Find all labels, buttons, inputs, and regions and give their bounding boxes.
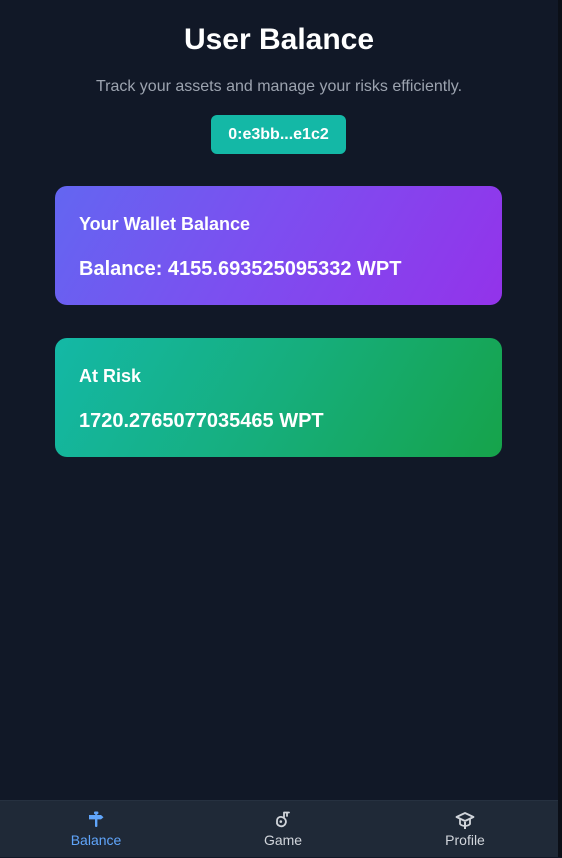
nav-item-profile[interactable]: Profile [405,801,525,858]
page-title: User Balance [183,23,375,56]
nav-label-balance: Balance [70,832,122,848]
page-subtitle: Track your assets and manage your risks … [95,78,463,95]
at-risk-value: 1720.2765077035465 WPT [79,410,324,432]
graduation-cap-icon [455,812,475,829]
nav-label-profile: Profile [445,832,485,848]
wallet-address-button[interactable]: 0:e3bb...e1c2 [211,115,346,154]
at-risk-label: At Risk [79,366,142,386]
window-edge [558,0,562,857]
nav-item-balance[interactable]: Balance [36,801,156,858]
wallet-balance-value: Balance: 4155.693525095332 WPT [79,258,402,280]
main-content: User Balance Track your assets and manag… [0,0,558,800]
wallet-balance-label: Your Wallet Balance [79,214,251,234]
wallet-balance-card: Your Wallet Balance Balance: 4155.693525… [55,186,502,305]
nav-label-game: Game [263,832,303,848]
at-risk-card: At Risk 1720.2765077035465 WPT [55,338,502,457]
signpost-icon [89,811,104,827]
game-icon [276,811,290,828]
bottom-nav-bar: Balance Game Profile [0,800,558,857]
nav-item-game[interactable]: Game [223,801,343,858]
